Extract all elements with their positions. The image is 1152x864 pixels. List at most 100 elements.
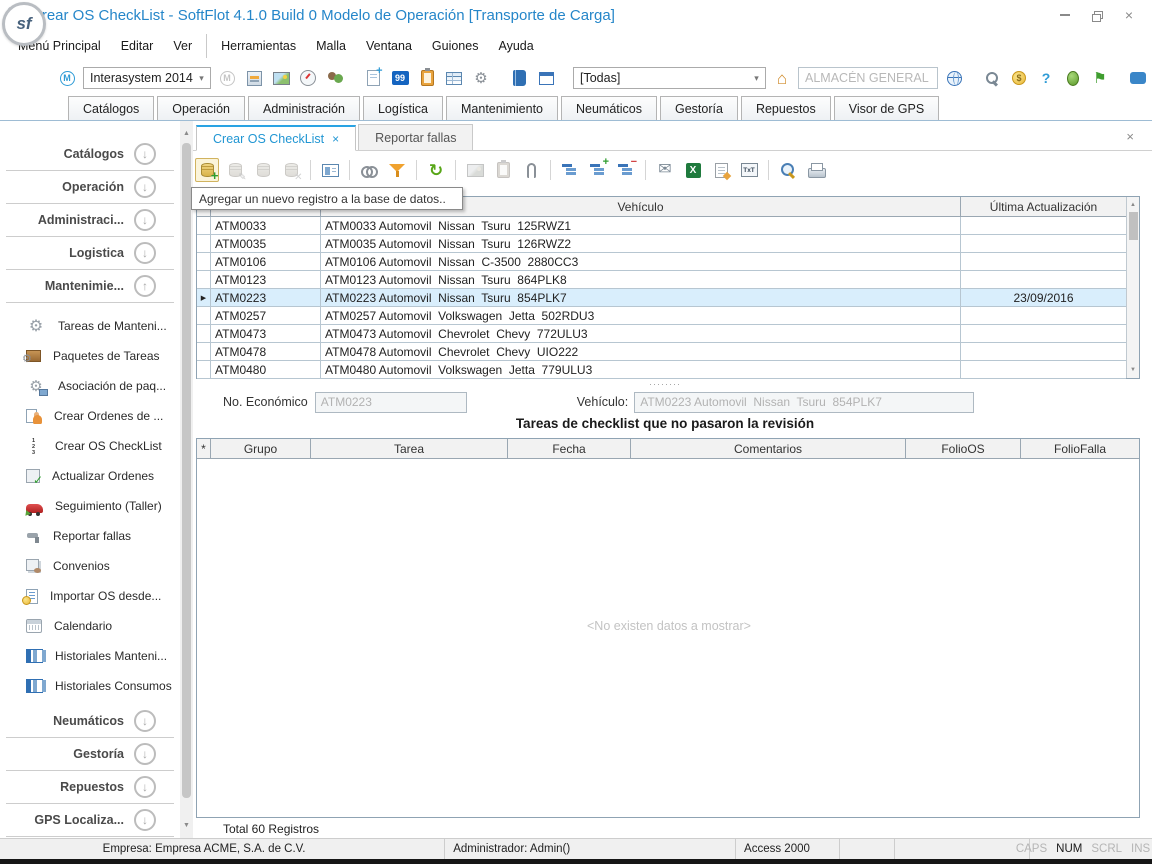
sidebar-item[interactable]: Actualizar Ordenes <box>0 461 180 491</box>
image-icon[interactable] <box>463 158 487 182</box>
sidebar-group[interactable]: GPS Localiza... <box>6 804 174 837</box>
chat-icon[interactable] <box>1127 67 1149 89</box>
column-header-tarea[interactable]: Tarea <box>311 439 508 458</box>
new-document-icon[interactable] <box>362 67 384 89</box>
sidebar-group[interactable]: Operación <box>6 171 174 204</box>
collapse-arrow-icon[interactable] <box>134 776 156 798</box>
clipboard-icon[interactable] <box>491 158 515 182</box>
menu-item[interactable]: Ayuda <box>488 34 543 58</box>
sidebar-group[interactable]: Logistica <box>6 237 174 270</box>
column-header-fecha[interactable]: Fecha <box>508 439 631 458</box>
chevron-down-icon[interactable]: ▾ <box>748 68 765 88</box>
card-view-icon[interactable] <box>318 158 342 182</box>
flag-icon[interactable]: ⚑ <box>1089 67 1111 89</box>
sidebar-scrollbar[interactable]: ▲ ▼ <box>180 121 193 838</box>
scroll-up-icon[interactable]: ▲ <box>1127 199 1139 211</box>
sidebar-item[interactable]: Convenios <box>0 551 180 581</box>
collapse-arrow-icon[interactable] <box>134 209 156 231</box>
attachment-icon[interactable] <box>519 158 543 182</box>
help-icon[interactable]: ? <box>1035 67 1057 89</box>
menu-item[interactable]: Herramientas <box>206 34 306 58</box>
coins-icon[interactable]: $ <box>1008 67 1030 89</box>
collapse-arrow-icon[interactable] <box>134 176 156 198</box>
sidebar-item[interactable]: Historiales Consumos <box>0 671 180 701</box>
table-row[interactable]: ATM0123 ATM0123 Automovil Nissan Tsuru 8… <box>197 271 1126 289</box>
collapse-arrow-icon[interactable] <box>134 143 156 165</box>
table-row[interactable]: ATM0478 ATM0478 Automovil Chevrolet Chev… <box>197 343 1126 361</box>
print-preview-icon[interactable] <box>776 158 800 182</box>
gauge-icon[interactable] <box>297 67 319 89</box>
ribbon-tab[interactable]: Mantenimiento <box>446 96 558 120</box>
warehouse-field[interactable] <box>798 67 938 89</box>
ribbon-tab[interactable]: Logística <box>363 96 443 120</box>
bug-icon[interactable] <box>1062 67 1084 89</box>
sidebar-group[interactable]: Catálogos <box>6 138 174 171</box>
table-icon[interactable] <box>443 67 465 89</box>
collapse-arrow-icon[interactable] <box>134 710 156 732</box>
table-row[interactable]: ATM0473 ATM0473 Automovil Chevrolet Chev… <box>197 325 1126 343</box>
sidebar-item[interactable]: Crear Ordenes de ... <box>0 401 180 431</box>
table-row[interactable]: ATM0035 ATM0035 Automovil Nissan Tsuru 1… <box>197 235 1126 253</box>
sidebar-item[interactable]: Reportar fallas <box>0 521 180 551</box>
sidebar-item[interactable]: Historiales Manteni... <box>0 641 180 671</box>
binoculars-icon[interactable] <box>357 158 381 182</box>
tab-reportar-fallas[interactable]: Reportar fallas <box>358 124 473 150</box>
no-economico-field[interactable]: ATM0223 <box>315 392 467 413</box>
table-row[interactable]: ATM0106 ATM0106 Automovil Nissan C-3500 … <box>197 253 1126 271</box>
sidebar-item[interactable]: Calendario <box>0 611 180 641</box>
scrollbar-thumb[interactable] <box>1129 212 1138 240</box>
sidebar-group[interactable]: Repuestos <box>6 771 174 804</box>
users-icon[interactable] <box>324 67 346 89</box>
menu-item[interactable]: Ventana <box>356 34 422 58</box>
column-header-comentarios[interactable]: Comentarios <box>631 439 906 458</box>
column-header-ultima-actualizacion[interactable]: Última Actualización <box>961 197 1126 216</box>
splitter-handle[interactable]: ········ <box>193 380 1137 388</box>
export-note-icon[interactable] <box>709 158 733 182</box>
gear-icon[interactable]: ⚙ <box>470 67 492 89</box>
home-icon[interactable]: ⌂ <box>771 67 793 89</box>
filter-combo[interactable]: [Todas]▾ <box>573 67 766 89</box>
ribbon-tab[interactable]: Catálogos <box>68 96 154 120</box>
company-m-icon[interactable]: M <box>56 67 78 89</box>
scrollbar-thumb[interactable] <box>182 143 191 798</box>
sidebar-item[interactable]: Seguimiento (Taller) <box>0 491 180 521</box>
table-row[interactable]: ATM0223 ATM0223 Automovil Nissan Tsuru 8… <box>197 289 1126 307</box>
ribbon-tab[interactable]: Visor de GPS <box>834 96 940 120</box>
scroll-up-icon[interactable]: ▲ <box>180 127 193 140</box>
minimize-button[interactable] <box>1054 6 1076 24</box>
send-email-icon[interactable]: ✉ <box>653 158 677 182</box>
ribbon-tab[interactable]: Administración <box>248 96 360 120</box>
window-icon[interactable] <box>535 67 557 89</box>
tree-list-icon[interactable] <box>558 158 582 182</box>
column-header-folioos[interactable]: FolioOS <box>906 439 1021 458</box>
sidebar-group[interactable]: Mantenimie... <box>6 270 174 303</box>
book-icon[interactable] <box>508 67 530 89</box>
sidebar-item[interactable]: 123 Crear OS CheckList <box>0 431 180 461</box>
column-header-foliofalla[interactable]: FolioFalla <box>1021 439 1139 458</box>
table-row[interactable]: ATM0033 ATM0033 Automovil Nissan Tsuru 1… <box>197 217 1126 235</box>
ribbon-tab[interactable]: Repuestos <box>741 96 831 120</box>
database-icon[interactable] <box>251 158 275 182</box>
collapse-arrow-icon[interactable] <box>134 809 156 831</box>
sidebar-item[interactable]: Paquetes de Tareas <box>0 341 180 371</box>
ribbon-tab[interactable]: Gestoría <box>660 96 738 120</box>
restore-button[interactable] <box>1086 6 1108 24</box>
tools-search-icon[interactable] <box>981 67 1003 89</box>
export-txt-icon[interactable]: TxT <box>737 158 761 182</box>
clipboard-icon[interactable] <box>416 67 438 89</box>
menu-item[interactable]: Ver <box>163 34 202 58</box>
table-row[interactable]: ATM0257 ATM0257 Automovil Volkswagen Jet… <box>197 307 1126 325</box>
delete-record-icon[interactable]: ✕ <box>279 158 303 182</box>
refresh-icon[interactable]: ↻ <box>424 158 448 182</box>
image-icon[interactable] <box>270 67 292 89</box>
scroll-down-icon[interactable]: ▼ <box>180 819 193 832</box>
ribbon-tab[interactable]: Neumáticos <box>561 96 657 120</box>
menu-item[interactable]: Malla <box>306 34 356 58</box>
edit-record-icon[interactable]: ✎ <box>223 158 247 182</box>
sidebar-group[interactable]: Administraci... <box>6 204 174 237</box>
sidebar-group[interactable]: Neumáticos <box>6 705 174 738</box>
sidebar-item[interactable]: Tareas de Manteni... <box>0 311 180 341</box>
panel-close-icon[interactable]: × <box>1126 129 1134 144</box>
close-button[interactable]: × <box>1118 6 1140 24</box>
vehicles-table-scrollbar[interactable]: ▲ ▼ <box>1126 197 1139 378</box>
